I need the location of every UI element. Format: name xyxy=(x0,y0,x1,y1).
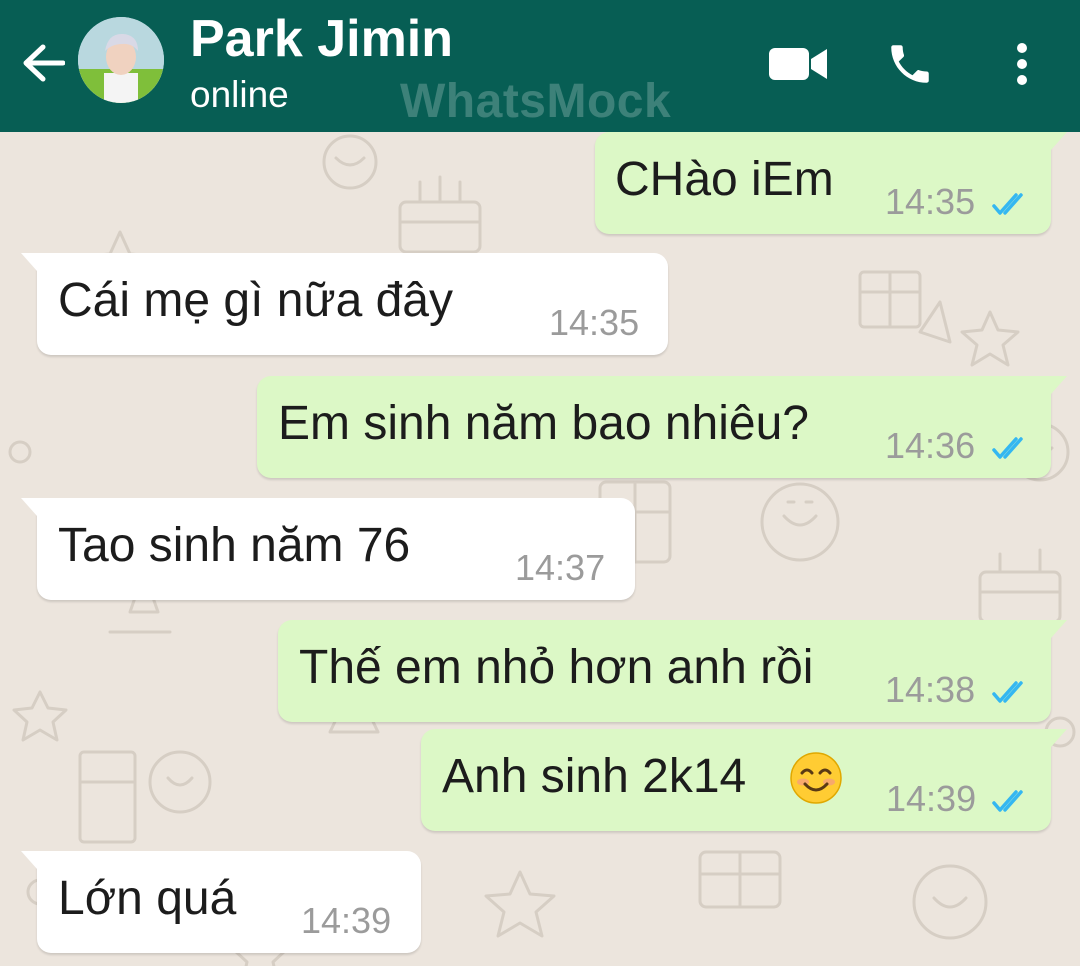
message-bubble-outgoing[interactable]: CHào iEm 14:35 xyxy=(595,132,1067,234)
chat-area[interactable]: CHào iEm 14:35 Cái mẹ gì nữa đây 14:35 E… xyxy=(0,132,1080,966)
video-call-icon xyxy=(769,48,827,80)
message-text: Lớn quá xyxy=(58,872,237,925)
phone-icon xyxy=(891,45,929,83)
message-bubble-incoming[interactable]: Cái mẹ gì nữa đây 14:35 xyxy=(21,253,668,355)
contact-avatar[interactable] xyxy=(78,17,164,103)
message-text: Em sinh năm bao nhiêu? xyxy=(278,397,809,450)
message-time: 14:39 xyxy=(886,778,977,819)
message-bubble-outgoing[interactable]: Anh sinh 2k14 14:39 xyxy=(421,729,1067,831)
more-options-button[interactable] xyxy=(990,32,1054,96)
chat-header: Park Jimin online WhatsMock xyxy=(0,0,1080,132)
watermark: WhatsMock xyxy=(400,75,672,128)
message-text: CHào iEm xyxy=(615,153,834,206)
message-bubble-incoming[interactable]: Lớn quá 14:39 xyxy=(21,851,421,953)
message-time: 14:36 xyxy=(885,425,976,466)
message-text: Tao sinh năm 76 xyxy=(58,519,411,572)
message-time: 14:38 xyxy=(885,669,976,710)
double-tick-read-icon xyxy=(992,193,1023,215)
double-tick-read-icon xyxy=(992,681,1023,703)
message-text: Thế em nhỏ hơn anh rồi xyxy=(299,641,814,694)
back-arrow-icon xyxy=(23,44,65,82)
message-bubble-outgoing[interactable]: Thế em nhỏ hơn anh rồi 14:38 xyxy=(278,620,1067,722)
contact-status: online xyxy=(190,74,289,115)
voice-call-button[interactable] xyxy=(878,32,942,96)
more-options-icon xyxy=(1017,43,1027,85)
message-bubble-outgoing[interactable]: Em sinh năm bao nhiêu? 14:36 xyxy=(257,376,1067,478)
message-bubble-incoming[interactable]: Tao sinh năm 76 14:37 xyxy=(21,498,635,600)
contact-name[interactable]: Park Jimin xyxy=(190,8,453,70)
message-time: 14:39 xyxy=(301,900,392,941)
message-time: 14:35 xyxy=(885,181,976,222)
message-text: Anh sinh 2k14 xyxy=(442,750,747,803)
message-text: Cái mẹ gì nữa đây xyxy=(58,274,453,327)
message-time: 14:37 xyxy=(515,547,606,588)
double-tick-read-icon xyxy=(992,790,1023,812)
back-button[interactable] xyxy=(18,38,68,88)
message-time: 14:35 xyxy=(549,302,640,343)
video-call-button[interactable] xyxy=(766,32,830,96)
smiling-face-emoji-icon xyxy=(790,752,842,804)
double-tick-read-icon xyxy=(992,437,1023,459)
